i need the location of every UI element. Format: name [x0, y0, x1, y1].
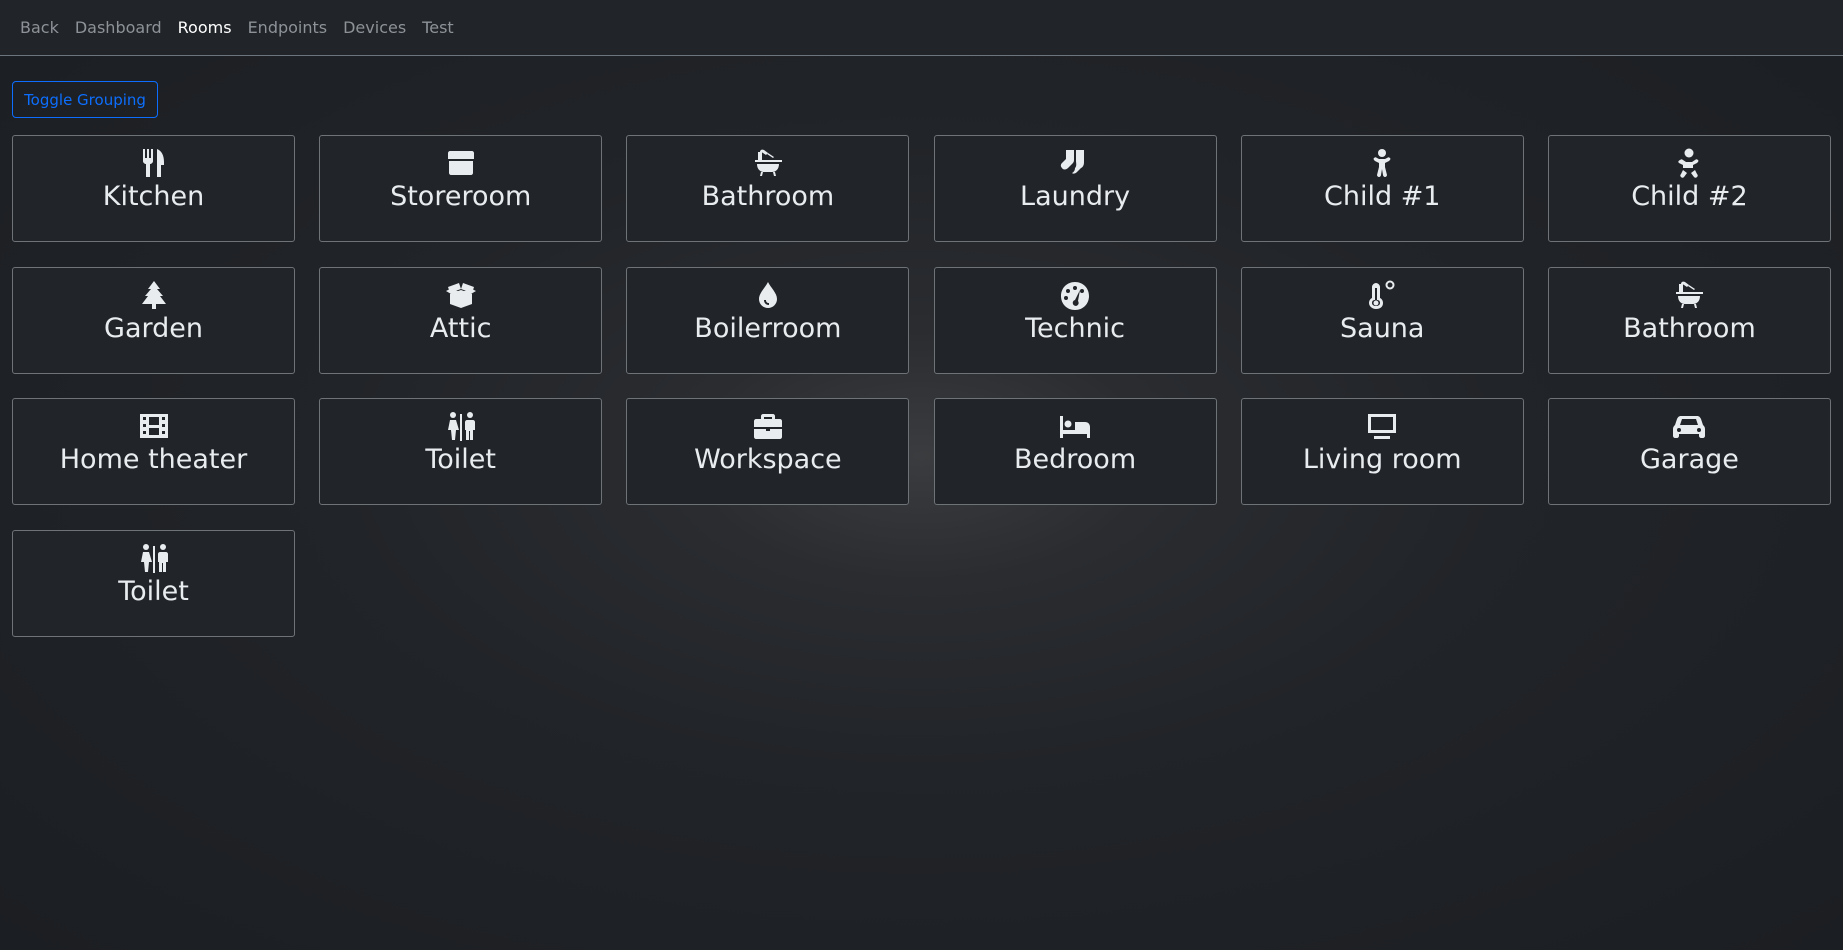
room-label: Kitchen — [102, 181, 205, 212]
thermometer-icon — [1365, 279, 1399, 311]
room-label: Workspace — [694, 444, 842, 475]
box-open-icon — [444, 279, 478, 311]
room-tile[interactable]: Bathroom — [1547, 266, 1831, 374]
room-label: Bathroom — [701, 181, 835, 212]
room-tile[interactable]: Home theater — [12, 398, 295, 505]
room-label: Sauna — [1340, 312, 1425, 344]
room-tile[interactable]: Bedroom — [933, 398, 1217, 505]
child-icon — [1365, 147, 1399, 179]
room-label: Toilet — [118, 575, 189, 607]
room-tile[interactable]: Storeroom — [319, 135, 603, 242]
archive-box-icon — [444, 147, 478, 179]
bath-icon — [1672, 279, 1706, 311]
room-label: Storeroom — [390, 181, 532, 212]
room-tile[interactable]: Bathroom — [626, 135, 910, 242]
restroom-icon — [137, 542, 171, 574]
droplet-icon — [751, 279, 785, 311]
utensils-icon — [137, 147, 171, 179]
restroom-icon — [444, 410, 478, 442]
car-icon — [1672, 410, 1706, 442]
room-label: Child #1 — [1324, 181, 1441, 212]
baby-icon — [1672, 147, 1706, 179]
room-tile[interactable]: Garage — [1547, 398, 1831, 505]
bed-icon — [1058, 410, 1092, 442]
room-label: Technic — [1025, 312, 1126, 344]
socks-icon — [1058, 147, 1092, 179]
room-tile[interactable]: Living room — [1240, 398, 1524, 505]
tree-icon — [137, 279, 171, 311]
top-navbar: Back Dashboard Rooms Endpoints Devices T… — [0, 0, 1843, 56]
room-label: Garden — [104, 312, 203, 344]
room-label: Toilet — [425, 444, 496, 475]
room-label: Laundry — [1020, 181, 1131, 212]
room-tile[interactable]: Garden — [12, 266, 295, 374]
film-icon — [137, 410, 171, 442]
room-tile[interactable]: Toilet — [319, 398, 603, 505]
nav-dashboard[interactable]: Dashboard — [67, 18, 170, 37]
nav-back[interactable]: Back — [12, 18, 67, 37]
room-tile[interactable]: Child #1 — [1240, 135, 1524, 242]
room-tile[interactable]: Sauna — [1240, 266, 1524, 374]
room-tile[interactable]: Workspace — [626, 398, 910, 505]
nav-endpoints[interactable]: Endpoints — [240, 18, 336, 37]
gauge-icon — [1058, 279, 1092, 311]
room-label: Bedroom — [1014, 444, 1137, 475]
room-label: Home theater — [59, 444, 248, 475]
room-tile[interactable]: Boilerroom — [626, 266, 910, 374]
toggle-grouping-button[interactable]: Toggle Grouping — [12, 81, 158, 118]
bath-icon — [751, 147, 785, 179]
room-tile[interactable]: Kitchen — [12, 135, 295, 242]
toolbar: Toggle Grouping — [0, 56, 1843, 118]
room-tile[interactable]: Child #2 — [1547, 135, 1831, 242]
nav-rooms[interactable]: Rooms — [170, 18, 240, 37]
room-label: Bathroom — [1623, 312, 1756, 344]
nav-devices[interactable]: Devices — [335, 18, 414, 37]
room-tile[interactable]: Laundry — [933, 135, 1217, 242]
room-grid: Kitchen Storeroom Bathroom Laundry Child #1 C… — [12, 135, 1831, 637]
room-label: Child #2 — [1631, 181, 1748, 212]
tv-icon — [1365, 410, 1399, 442]
room-label: Attic — [429, 312, 492, 344]
room-label: Boilerroom — [694, 312, 842, 344]
nav-test[interactable]: Test — [414, 18, 462, 37]
room-label: Living room — [1302, 444, 1462, 475]
room-label: Garage — [1640, 444, 1739, 475]
room-tile[interactable]: Attic — [319, 266, 603, 374]
room-tile[interactable]: Technic — [933, 266, 1217, 374]
briefcase-icon — [751, 410, 785, 442]
room-tile[interactable]: Toilet — [12, 529, 295, 637]
